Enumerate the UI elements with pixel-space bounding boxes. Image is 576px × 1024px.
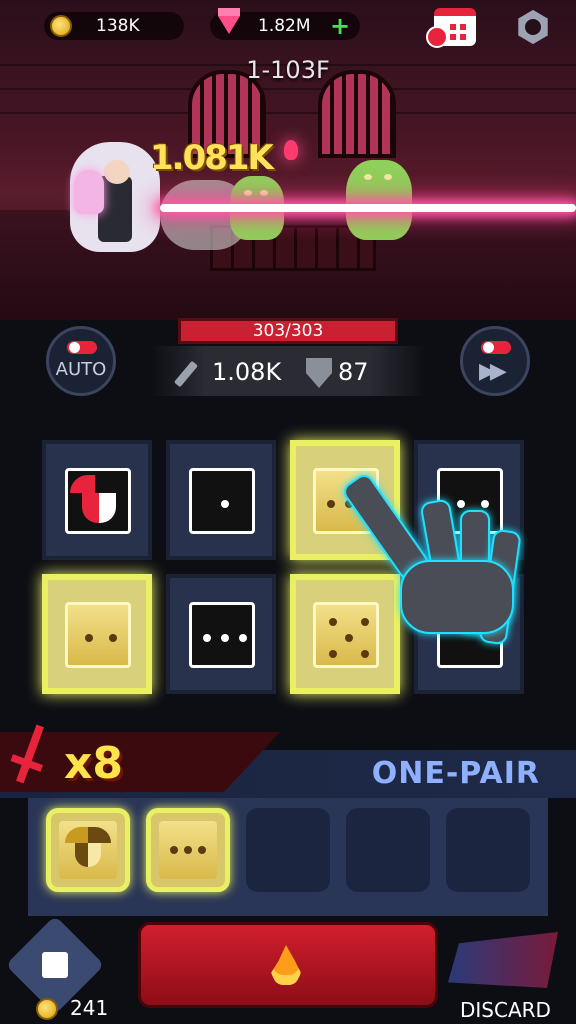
laser-beam — [160, 204, 576, 212]
die-pip — [198, 846, 206, 854]
attack-value: 1.08K — [212, 358, 282, 386]
die-pip — [327, 500, 335, 508]
fire-icon — [271, 945, 301, 985]
die-card[interactable] — [166, 440, 276, 560]
reroll-cost: 241 — [70, 996, 109, 1020]
damage-multiplier: x8 — [64, 738, 123, 789]
fast-forward-button[interactable]: ▶▶ — [460, 326, 530, 396]
floor-indicator: 1-103F — [246, 56, 330, 84]
gold-coin-icon — [50, 15, 72, 37]
attack-button[interactable] — [138, 922, 438, 1008]
die-pip — [85, 634, 93, 642]
wall-bricks — [0, 88, 576, 114]
hero-face — [104, 160, 130, 184]
die-pip — [329, 618, 337, 626]
gem-icon — [218, 8, 240, 34]
joker-card[interactable] — [42, 440, 152, 560]
die-pip — [239, 634, 247, 642]
jester-hat — [65, 827, 111, 843]
jester-mask — [82, 493, 116, 523]
played-slot-filled[interactable] — [146, 808, 230, 892]
gold-amount: 138K — [96, 16, 140, 36]
played-slot-filled[interactable] — [46, 808, 130, 892]
add-gems-button[interactable]: + — [330, 12, 350, 40]
defense-value: 87 — [338, 358, 369, 386]
enemy-goblin — [346, 160, 412, 240]
toggle-switch-icon — [481, 341, 511, 354]
played-slot-empty — [446, 808, 530, 892]
played-slot-empty — [246, 808, 330, 892]
discard-button[interactable] — [448, 932, 558, 988]
die-pip — [109, 634, 117, 642]
fast-forward-icon: ▶▶ — [479, 359, 507, 384]
joker-card-icon — [65, 468, 131, 534]
die-face — [189, 468, 255, 534]
die-face — [65, 602, 131, 668]
die-pip — [221, 634, 229, 642]
discard-label: DISCARD — [460, 998, 551, 1022]
die-card[interactable] — [42, 574, 152, 694]
hp-text: 303/303 — [252, 321, 324, 341]
played-slot-empty — [346, 808, 430, 892]
player-hp-bar: 303/303 — [178, 318, 398, 344]
reroll-dice-icon — [42, 952, 68, 978]
notification-dot-icon — [426, 26, 448, 48]
die-pip — [170, 846, 178, 854]
die-pip — [345, 634, 353, 642]
damage-popup: 1.081K — [150, 138, 274, 178]
golden-joker-icon — [59, 821, 117, 879]
die-pip — [329, 650, 337, 658]
die-pip — [184, 846, 192, 854]
battle-scene: 1.081K — [0, 0, 576, 320]
gem-amount: 1.82M — [258, 16, 311, 36]
jester-mask — [75, 843, 101, 867]
die-pip — [203, 634, 211, 642]
die-card[interactable] — [166, 574, 276, 694]
torch-icon — [284, 140, 298, 160]
spirit-companion — [74, 170, 104, 214]
auto-toggle-button[interactable]: AUTO — [46, 326, 116, 396]
die-face — [189, 602, 255, 668]
die-face — [159, 821, 217, 879]
die-pip — [221, 500, 229, 508]
event-calendar-button[interactable] — [426, 8, 476, 48]
hand-rank-label: ONE-PAIR — [371, 756, 540, 791]
skeleton-hand-pointer-icon — [340, 470, 530, 670]
jester-hat — [70, 475, 120, 493]
auto-label: AUTO — [55, 359, 107, 380]
toggle-switch-icon — [67, 341, 97, 354]
coin-icon — [36, 998, 58, 1020]
